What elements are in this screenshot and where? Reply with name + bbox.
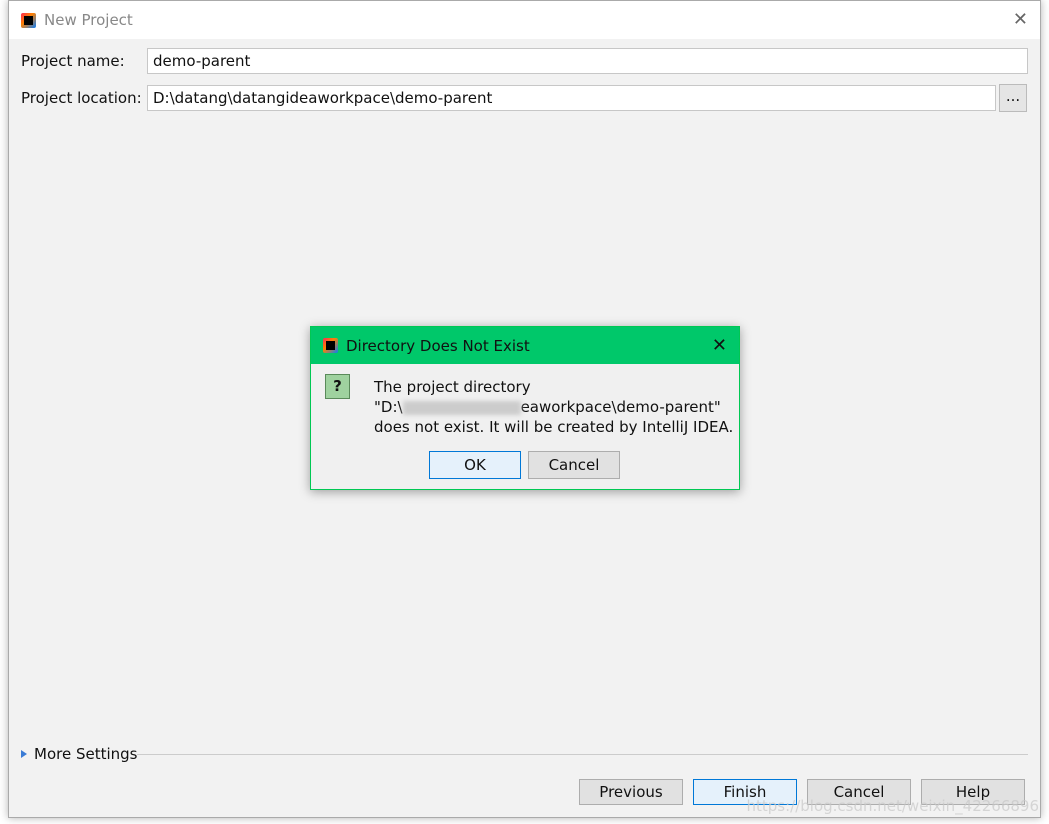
project-location-label: Project location: [21, 89, 142, 107]
more-settings-toggle[interactable]: More Settings [21, 745, 137, 763]
blurred-path [402, 400, 521, 415]
dialog-title: Directory Does Not Exist [346, 336, 530, 355]
browse-button[interactable]: ... [999, 84, 1027, 112]
path-suffix: eaworkpace\demo-parent" [520, 398, 721, 416]
project-location-input[interactable]: D:\datang\datangideaworkpace\demo-parent [147, 85, 996, 111]
title-bar: New Project ✕ [9, 1, 1040, 39]
dialog-cancel-button[interactable]: Cancel [528, 451, 620, 479]
window-title: New Project [44, 11, 133, 29]
directory-not-exist-dialog: Directory Does Not Exist ✕ ? The project… [310, 326, 740, 490]
project-location-row: Project location: D:\datang\datangideawo… [21, 85, 996, 111]
message-line-2: "D:\ eaworkpace\demo-parent" [374, 397, 733, 417]
dialog-message: The project directory "D:\ eaworkpace\dem… [374, 377, 733, 437]
previous-button[interactable]: Previous [579, 779, 683, 805]
watermark: https://blog.csdn.net/weixin_42266896 [746, 797, 1039, 815]
message-line-1: The project directory [374, 378, 531, 396]
intellij-logo-icon [21, 12, 36, 28]
expand-triangle-icon [21, 750, 27, 758]
close-icon[interactable]: ✕ [1013, 9, 1028, 30]
path-prefix: "D:\ [374, 398, 403, 416]
message-line-3: does not exist. It will be created by In… [374, 418, 734, 436]
project-name-row: Project name: demo-parent [21, 48, 1028, 74]
close-icon[interactable]: ✕ [712, 335, 727, 356]
dialog-title-bar: Directory Does Not Exist ✕ [311, 327, 739, 364]
intellij-logo-icon [323, 338, 338, 353]
project-name-input[interactable]: demo-parent [147, 48, 1028, 74]
ok-button[interactable]: OK [429, 451, 521, 479]
project-name-label: Project name: [21, 52, 125, 70]
divider [137, 754, 1028, 755]
question-icon: ? [325, 374, 350, 399]
more-settings-label: More Settings [34, 745, 138, 763]
